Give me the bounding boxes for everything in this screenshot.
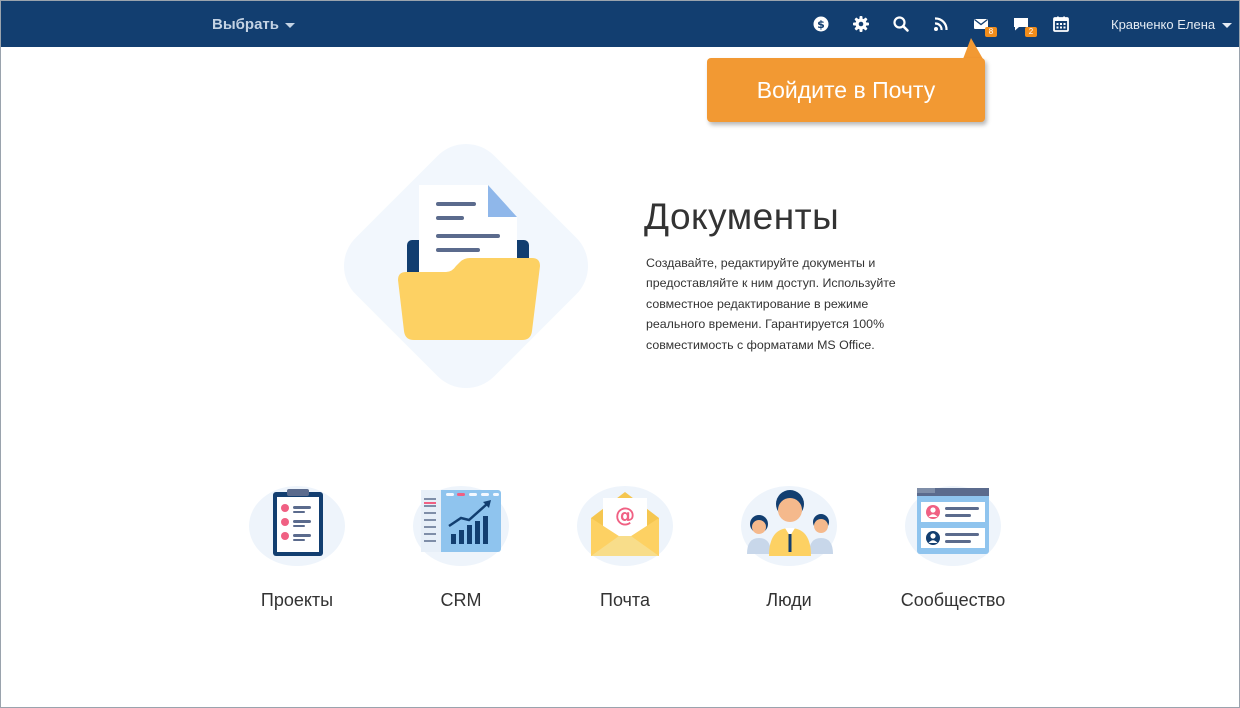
- user-menu[interactable]: Кравченко Елена: [1111, 1, 1233, 47]
- chevron-down-icon: [284, 22, 295, 28]
- payment-icon[interactable]: $: [811, 14, 831, 34]
- user-name: Кравченко Елена: [1111, 16, 1216, 32]
- mail-login-callout[interactable]: Войдите в Почту: [707, 58, 985, 122]
- crm-icon: [411, 478, 511, 570]
- calendar-icon[interactable]: [1051, 14, 1071, 34]
- chat-icon[interactable]: 2: [1011, 14, 1037, 37]
- module-label: Сообщество: [900, 590, 1006, 610]
- module-projects[interactable]: Проекты: [232, 478, 362, 618]
- chevron-down-icon: [1222, 22, 1233, 28]
- people-icon: [739, 478, 839, 570]
- module-label: Люди: [766, 590, 812, 610]
- mail-envelope-icon: @: [575, 478, 675, 570]
- module-community[interactable]: Сообщество: [888, 478, 1018, 618]
- module-select-label: Выбрать: [212, 15, 279, 33]
- mail-icon[interactable]: 8: [971, 14, 997, 37]
- documents-folder-icon: [328, 130, 604, 402]
- svg-text:@: @: [615, 503, 635, 527]
- module-label: Проекты: [260, 590, 334, 610]
- module-label: Почта: [600, 590, 650, 610]
- chat-count-badge: 2: [1025, 27, 1037, 37]
- page-title: Документы: [644, 196, 840, 237]
- feed-icon[interactable]: [931, 14, 951, 34]
- projects-icon: [247, 478, 347, 570]
- module-select-menu[interactable]: Выбрать: [212, 1, 295, 47]
- module-label: CRM: [440, 590, 482, 610]
- module-crm[interactable]: CRM: [396, 478, 526, 618]
- settings-icon[interactable]: [851, 14, 871, 34]
- callout-text: Войдите в Почту: [756, 76, 936, 103]
- module-mail[interactable]: @ Почта: [560, 478, 690, 618]
- page-description: Создавайте, редактируйте документы и пре…: [646, 256, 896, 352]
- svg-text:$: $: [817, 18, 825, 31]
- search-icon[interactable]: [891, 14, 911, 34]
- top-bar: Выбрать $ 8 2 Кравченко Елена: [1, 1, 1239, 47]
- community-icon: [903, 478, 1003, 570]
- mail-count-badge: 8: [985, 27, 997, 37]
- callout-pointer: [963, 38, 983, 59]
- module-people[interactable]: Люди: [724, 478, 854, 618]
